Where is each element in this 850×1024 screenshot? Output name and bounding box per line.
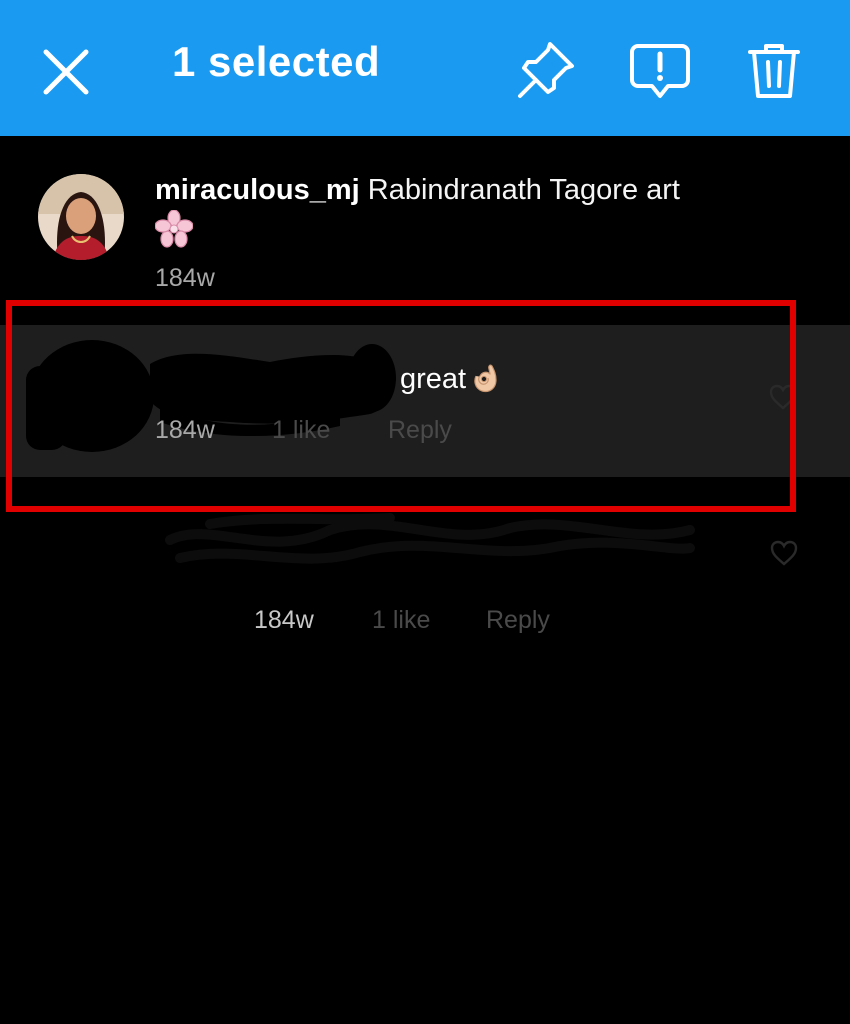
comment2-likes[interactable]: 1 like <box>372 606 430 635</box>
redaction-scribble-2 <box>165 513 695 564</box>
avatar[interactable] <box>38 174 124 260</box>
selection-toolbar: 1 selected <box>0 0 850 136</box>
post-caption: miraculous_mj Rabindranath Tagore art 18… <box>0 160 850 300</box>
flower-emoji-icon <box>155 210 193 248</box>
caption-username[interactable]: miraculous_mj <box>155 174 360 206</box>
close-icon[interactable] <box>38 44 94 100</box>
highlight-box <box>6 300 796 512</box>
trash-icon[interactable] <box>742 38 806 102</box>
pin-icon[interactable] <box>514 38 578 102</box>
like-heart-icon-2[interactable] <box>768 538 800 568</box>
reply-button-2[interactable]: Reply <box>486 606 550 635</box>
caption-text: miraculous_mj Rabindranath Tagore art <box>155 170 775 210</box>
comment2-timestamp: 184w <box>254 606 314 634</box>
caption-timestamp: 184w <box>155 264 215 292</box>
selection-count-title: 1 selected <box>172 38 381 85</box>
caption-body: Rabindranath Tagore art <box>367 174 680 206</box>
report-icon[interactable] <box>628 38 692 102</box>
